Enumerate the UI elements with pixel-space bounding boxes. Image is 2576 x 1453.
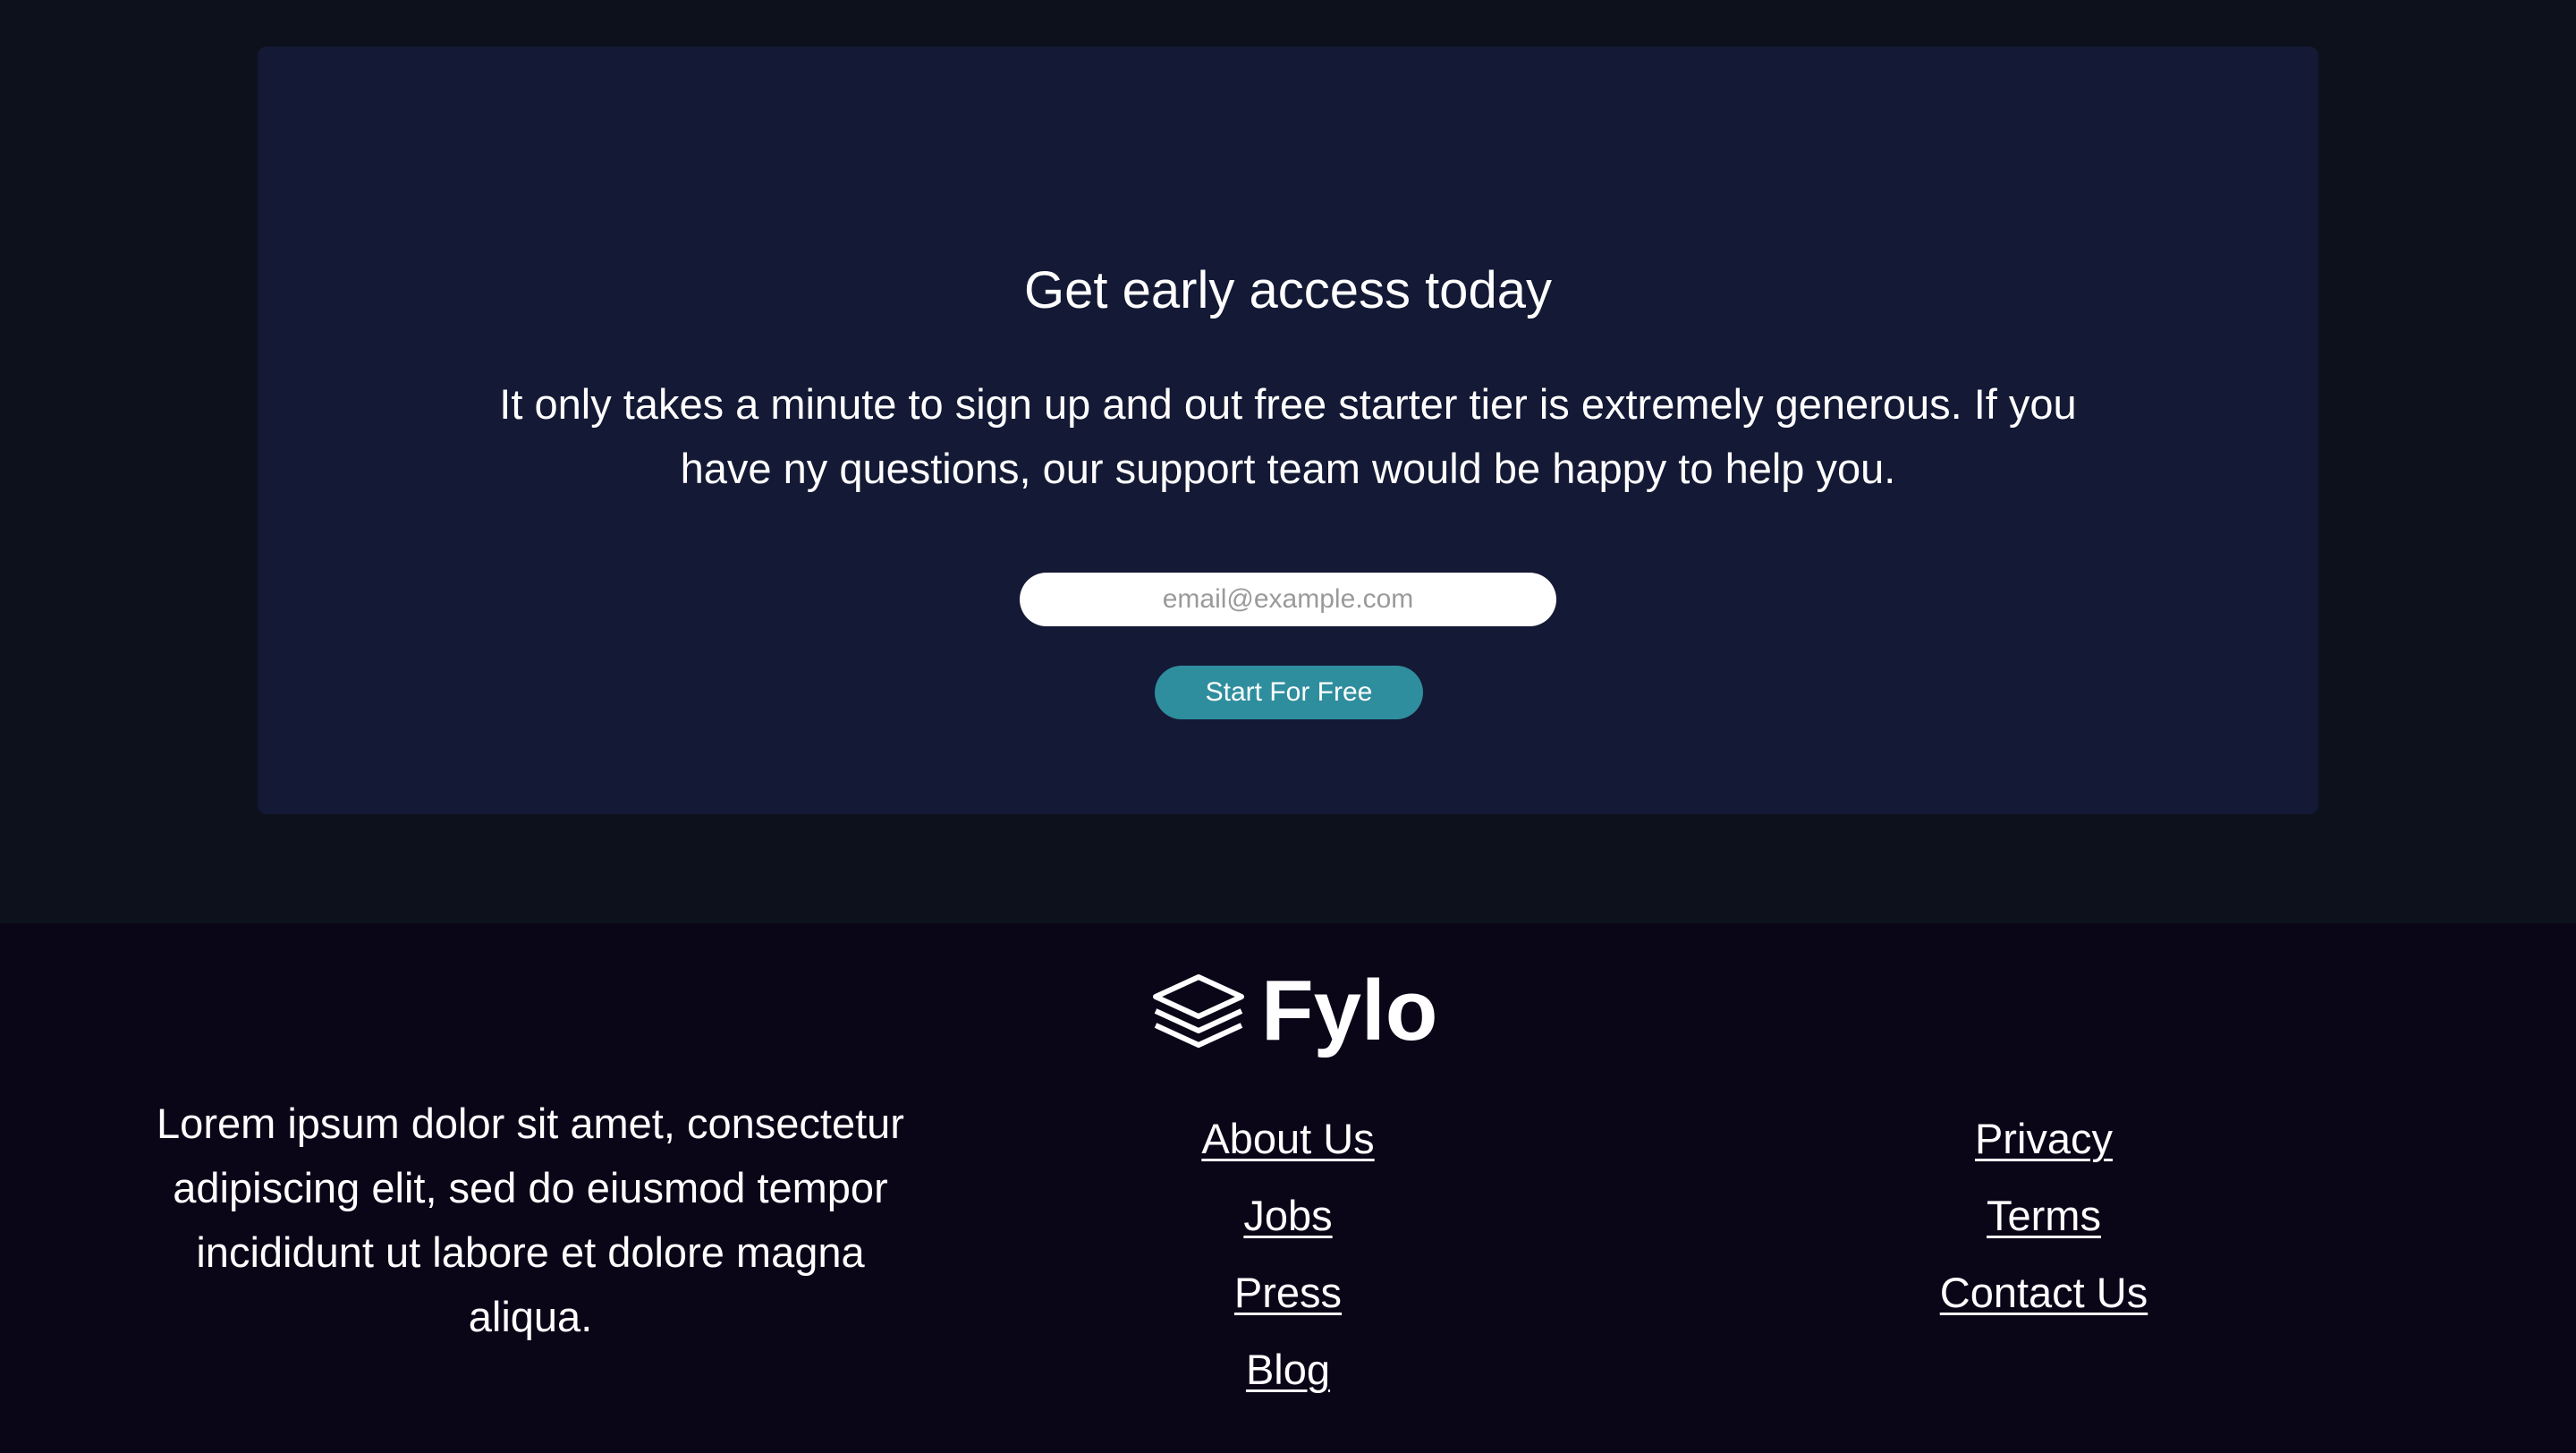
footer-links-legal: Privacy Terms Contact Us xyxy=(1775,1111,2312,1342)
jobs-link[interactable]: Jobs xyxy=(1243,1192,1332,1239)
privacy-link[interactable]: Privacy xyxy=(1975,1115,2113,1162)
email-input[interactable] xyxy=(1020,573,1556,626)
press-link[interactable]: Press xyxy=(1234,1269,1342,1316)
layers-stack-icon xyxy=(1153,974,1244,1048)
about-us-link[interactable]: About Us xyxy=(1201,1115,1374,1162)
contact-us-link[interactable]: Contact Us xyxy=(1940,1269,2148,1316)
footer-link-item: About Us xyxy=(1020,1111,1556,1188)
fylo-logo[interactable]: Fylo xyxy=(1150,966,1437,1056)
footer-links-company: About Us Jobs Press Blog xyxy=(1020,1111,1556,1419)
cta-title: Get early access today xyxy=(1024,261,1552,319)
footer-link-item: Blog xyxy=(1020,1342,1556,1419)
brand-name: Fylo xyxy=(1261,963,1438,1058)
footer: Fylo Lorem ipsum dolor sit amet, consect… xyxy=(0,923,2576,1453)
footer-link-item: Terms xyxy=(1775,1188,2312,1265)
cta-section: Get early access today It only takes a m… xyxy=(0,0,2576,923)
footer-link-item: Press xyxy=(1020,1265,1556,1342)
early-access-card: Get early access today It only takes a m… xyxy=(258,47,2318,814)
footer-link-item: Contact Us xyxy=(1775,1265,2312,1342)
terms-link[interactable]: Terms xyxy=(1987,1192,2101,1239)
cta-description: It only takes a minute to sign up and ou… xyxy=(499,380,2077,492)
footer-link-item: Jobs xyxy=(1020,1188,1556,1265)
footer-link-item: Privacy xyxy=(1775,1111,2312,1188)
start-for-free-button[interactable]: Start For Free xyxy=(1155,666,1423,719)
blog-link[interactable]: Blog xyxy=(1246,1346,1330,1393)
footer-description: Lorem ipsum dolor sit amet, consectetur … xyxy=(157,1100,904,1340)
